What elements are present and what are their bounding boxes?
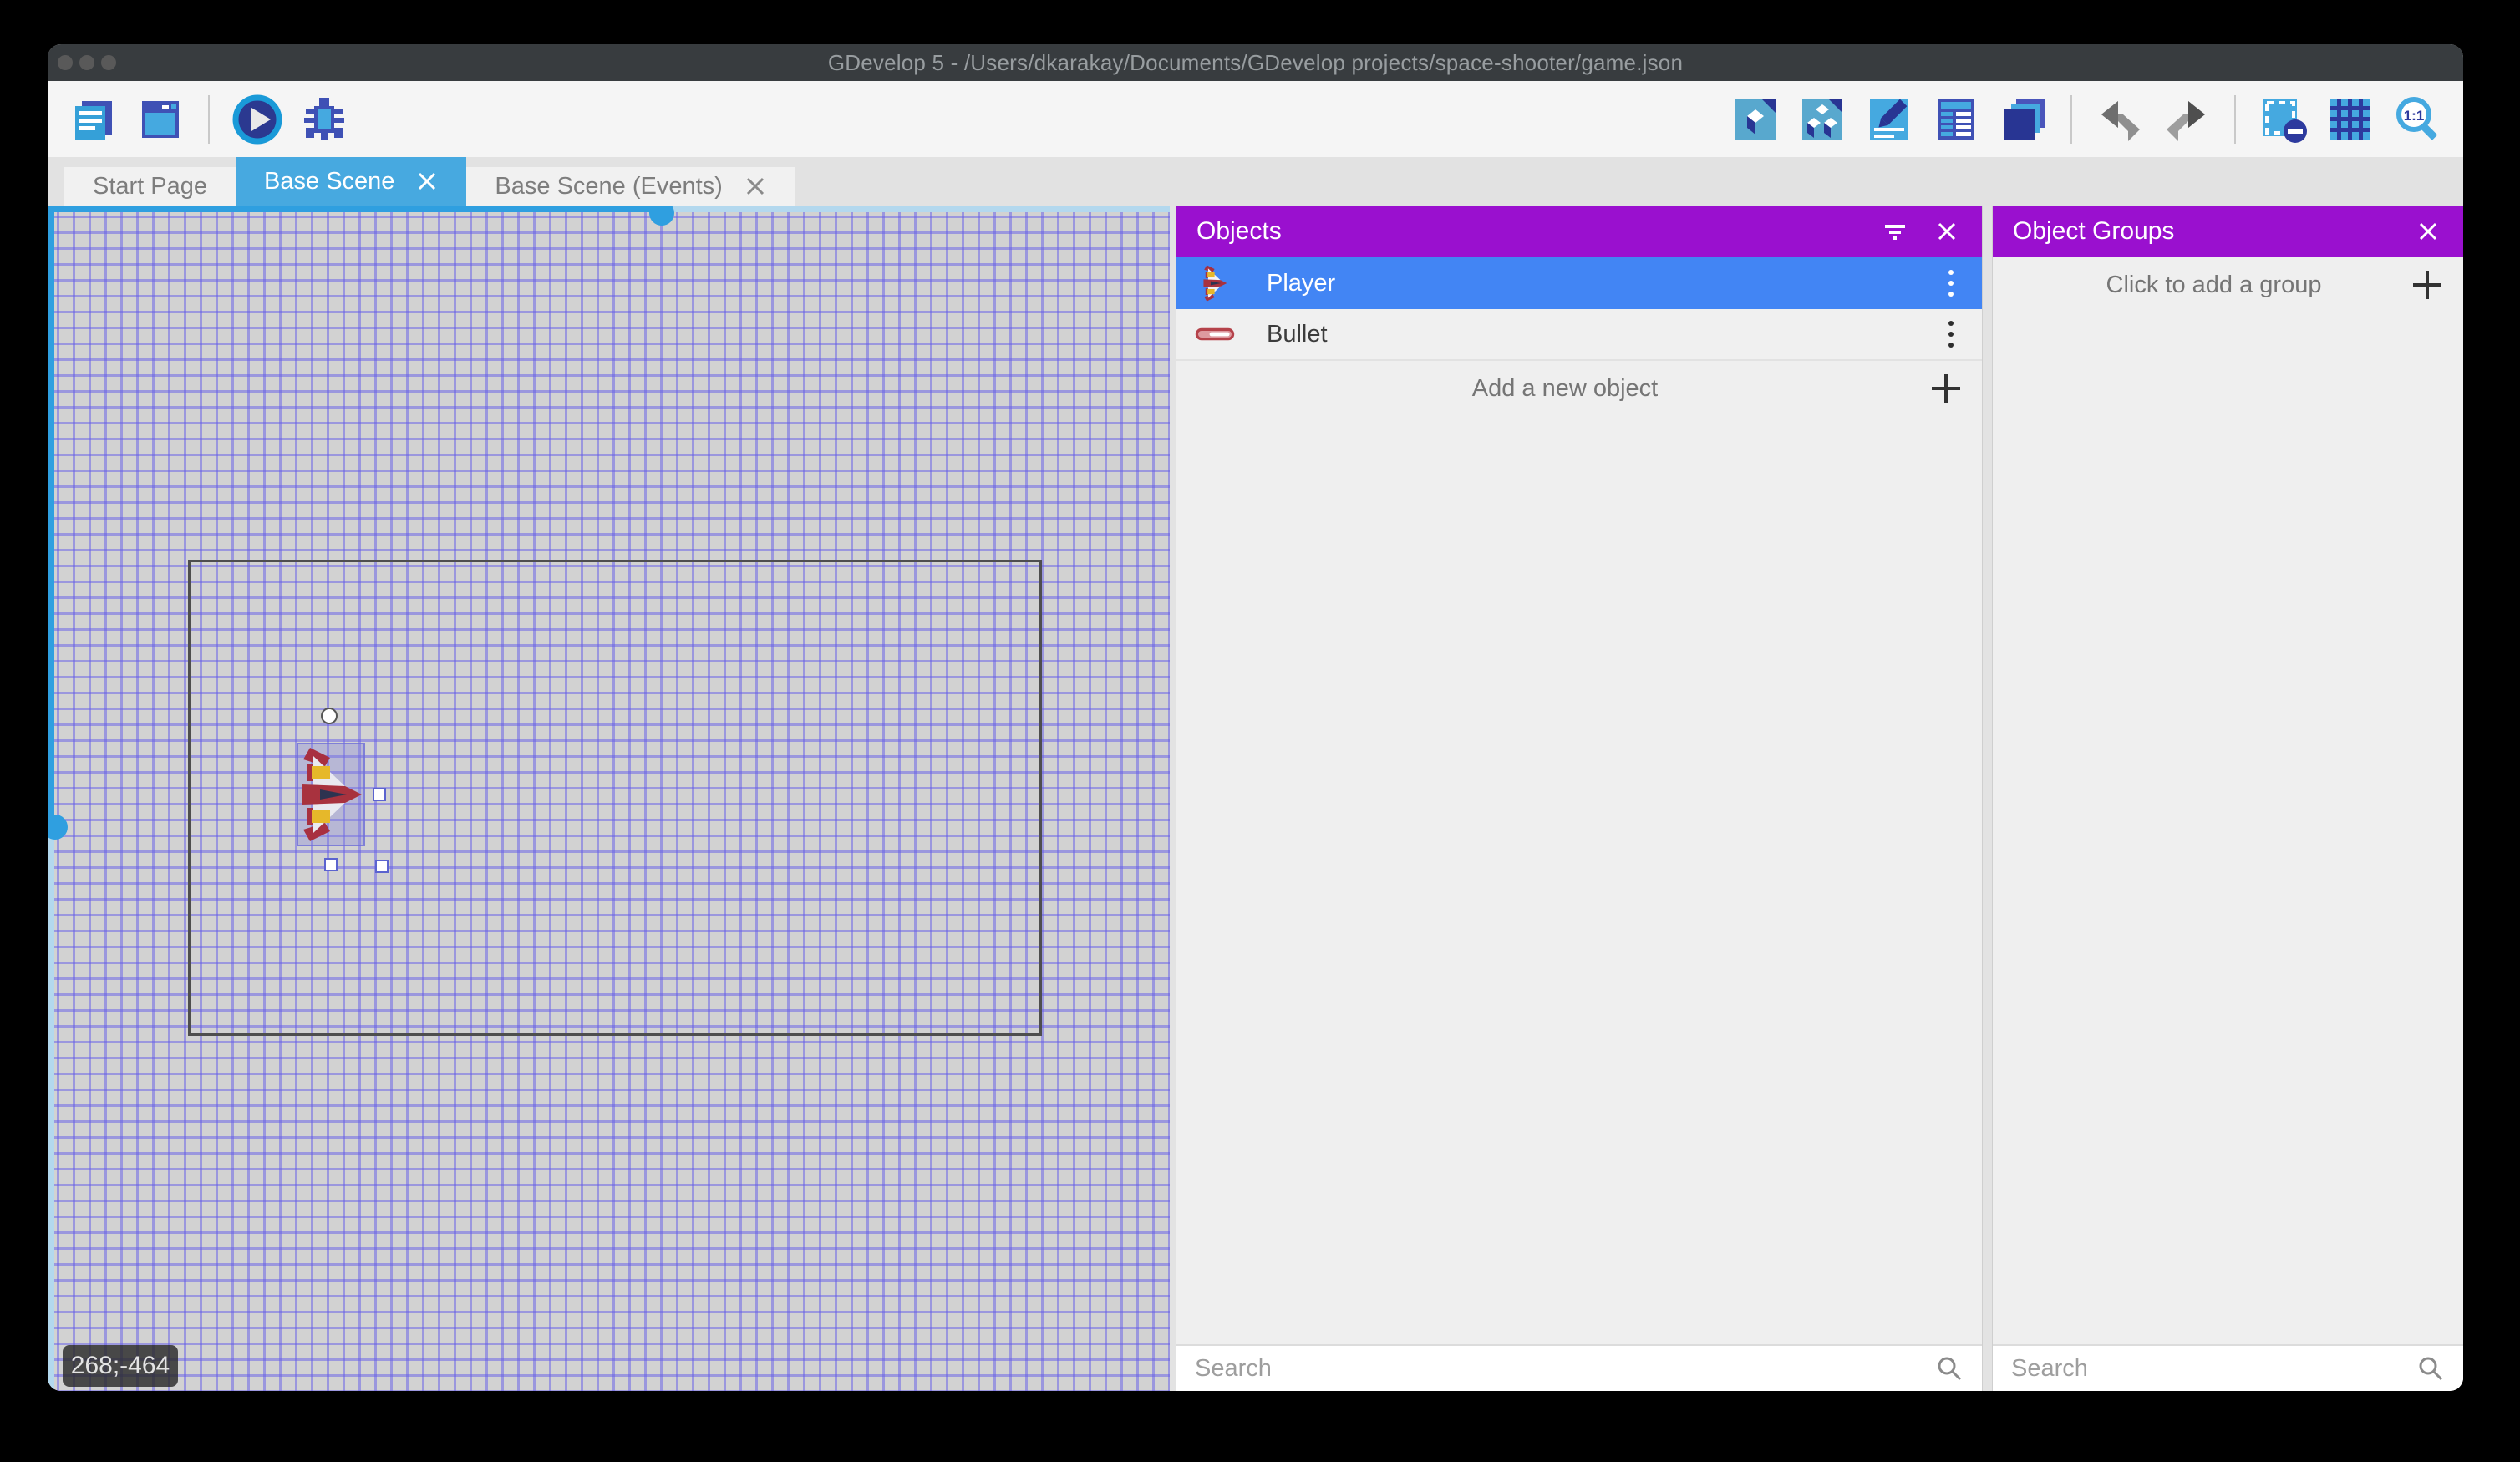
objects-editor-icon[interactable] bbox=[1728, 92, 1783, 147]
tab-base-scene-events[interactable]: Base Scene (Events) bbox=[466, 167, 794, 206]
resize-handle-bottom[interactable] bbox=[324, 858, 338, 871]
editor-tab-bar: Start Page Base Scene Base Scene (Events… bbox=[48, 157, 2463, 206]
groups-list-empty-area bbox=[1993, 312, 2463, 1344]
panel-resizer[interactable] bbox=[1170, 206, 1176, 1391]
minimize-window-button[interactable] bbox=[79, 55, 94, 70]
hscroll-thumb[interactable] bbox=[48, 206, 663, 212]
tab-base-scene[interactable]: Base Scene bbox=[236, 157, 466, 206]
toolbar-left-group bbox=[66, 92, 352, 147]
groups-search-input[interactable] bbox=[2011, 1355, 2416, 1383]
tab-label: Start Page bbox=[93, 173, 207, 201]
player-thumbnail bbox=[1195, 263, 1235, 303]
content-area: 268;-464 Objects bbox=[48, 206, 2463, 1391]
window-mask-icon[interactable] bbox=[2256, 92, 2311, 147]
play-icon[interactable] bbox=[230, 92, 285, 147]
instances-list-icon[interactable] bbox=[1928, 92, 1984, 147]
object-groups-panel: Object Groups Click to add a group bbox=[1993, 206, 2463, 1391]
object-row-player[interactable]: Player bbox=[1176, 257, 1982, 309]
tab-label: Base Scene bbox=[264, 168, 394, 195]
object-name: Player bbox=[1267, 270, 1938, 297]
canvas-vertical-scrollbar[interactable] bbox=[48, 206, 54, 1391]
vscroll-thumb[interactable] bbox=[48, 206, 54, 827]
grid-icon[interactable] bbox=[2323, 92, 2378, 147]
tab-start-page[interactable]: Start Page bbox=[64, 167, 236, 206]
toolbar-right-group: 1:1 bbox=[1728, 92, 2445, 147]
zoom-original-icon[interactable]: 1:1 bbox=[2390, 92, 2445, 147]
bullet-thumbnail bbox=[1195, 314, 1235, 354]
search-icon bbox=[2416, 1354, 2445, 1383]
add-group-row[interactable]: Click to add a group bbox=[1993, 257, 2463, 312]
objects-panel: Objects bbox=[1176, 206, 1982, 1391]
zoom-level-label: 1:1 bbox=[2404, 108, 2425, 124]
object-menu-icon[interactable] bbox=[1938, 270, 1964, 297]
debug-icon[interactable] bbox=[297, 92, 352, 147]
screen: GDevelop 5 - /Users/dkarakay/Documents/G… bbox=[0, 0, 2520, 1462]
close-window-button[interactable] bbox=[58, 55, 73, 70]
add-group-label: Click to add a group bbox=[2014, 272, 2413, 299]
objects-search-bar bbox=[1176, 1344, 1982, 1391]
close-tab-icon[interactable] bbox=[744, 175, 766, 197]
main-toolbar: 1:1 bbox=[48, 81, 2463, 157]
objects-search-input[interactable] bbox=[1195, 1355, 1935, 1383]
close-panel-icon[interactable] bbox=[1932, 216, 1962, 246]
layers-icon[interactable] bbox=[1995, 92, 2050, 147]
panel-resizer[interactable] bbox=[1982, 206, 1993, 1391]
tab-label: Base Scene (Events) bbox=[495, 173, 722, 201]
object-groups-panel-title: Object Groups bbox=[2013, 217, 2174, 246]
hscroll-handle[interactable] bbox=[649, 206, 674, 226]
object-groups-panel-header: Object Groups bbox=[1993, 206, 2463, 257]
title-bar: GDevelop 5 - /Users/dkarakay/Documents/G… bbox=[48, 44, 2463, 81]
add-object-row[interactable]: Add a new object bbox=[1176, 361, 1982, 416]
window-title: GDevelop 5 - /Users/dkarakay/Documents/G… bbox=[828, 50, 1683, 76]
objects-panel-title: Objects bbox=[1196, 217, 1282, 246]
cursor-coordinates-badge: 268;-464 bbox=[63, 1345, 178, 1387]
resize-handle-right[interactable] bbox=[373, 788, 386, 801]
resize-handle-corner[interactable] bbox=[375, 860, 389, 873]
redo-icon[interactable] bbox=[2159, 92, 2214, 147]
vscroll-handle[interactable] bbox=[48, 815, 68, 840]
toolbar-separator bbox=[2234, 95, 2236, 144]
rotation-handle[interactable] bbox=[321, 708, 338, 724]
add-object-plus-icon[interactable] bbox=[1932, 374, 1960, 403]
maximize-window-button[interactable] bbox=[101, 55, 116, 70]
groups-search-bar bbox=[1993, 1344, 2463, 1391]
close-tab-icon[interactable] bbox=[416, 170, 438, 192]
object-groups-editor-icon[interactable] bbox=[1795, 92, 1850, 147]
search-icon bbox=[1935, 1354, 1964, 1383]
filter-icon[interactable] bbox=[1880, 216, 1910, 246]
selected-instance-player[interactable] bbox=[297, 743, 365, 846]
add-object-label: Add a new object bbox=[1198, 375, 1932, 403]
canvas-horizontal-scrollbar[interactable] bbox=[48, 206, 1170, 212]
objects-list-empty-area bbox=[1176, 416, 1982, 1344]
player-ship-sprite bbox=[297, 743, 365, 846]
object-row-bullet[interactable]: Bullet bbox=[1176, 309, 1982, 361]
undo-icon[interactable] bbox=[2092, 92, 2147, 147]
objects-panel-header: Objects bbox=[1176, 206, 1982, 257]
object-menu-icon[interactable] bbox=[1938, 321, 1964, 348]
object-name: Bullet bbox=[1267, 321, 1938, 348]
app-window: GDevelop 5 - /Users/dkarakay/Documents/G… bbox=[48, 44, 2463, 1391]
scene-properties-icon[interactable] bbox=[133, 92, 188, 147]
toolbar-separator bbox=[208, 95, 210, 144]
scene-canvas[interactable]: 268;-464 bbox=[48, 206, 1170, 1391]
close-panel-icon[interactable] bbox=[2413, 216, 2443, 246]
project-manager-icon[interactable] bbox=[66, 92, 121, 147]
toolbar-separator bbox=[2070, 95, 2072, 144]
properties-icon[interactable] bbox=[1862, 92, 1917, 147]
traffic-lights bbox=[58, 44, 116, 81]
add-group-plus-icon[interactable] bbox=[2413, 271, 2441, 299]
